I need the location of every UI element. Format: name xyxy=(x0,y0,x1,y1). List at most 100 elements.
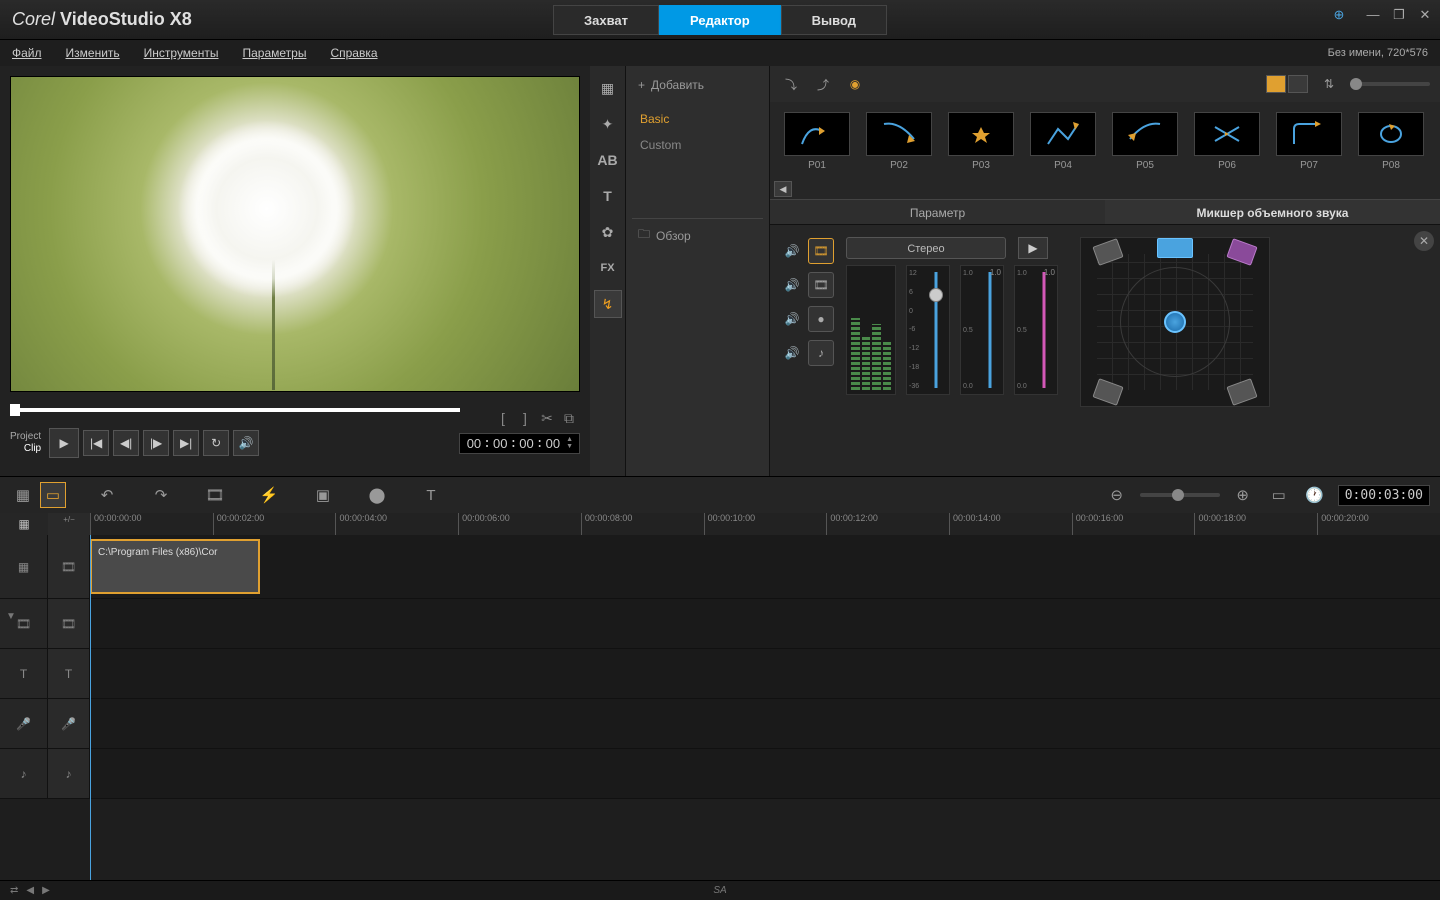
graphics-icon[interactable]: ✿ xyxy=(594,218,622,246)
preset-p08[interactable]: P08 xyxy=(1358,112,1424,171)
fx-icon[interactable]: FX xyxy=(594,254,622,282)
timeline-timecode[interactable]: 0:00:03:00 xyxy=(1338,485,1430,506)
list-view-button[interactable] xyxy=(1288,75,1308,93)
media-library-icon[interactable]: ▦ xyxy=(594,74,622,102)
close-mixer-button[interactable]: ✕ xyxy=(1414,231,1434,251)
menu-params[interactable]: Параметры xyxy=(242,46,306,60)
title-track-header-icon[interactable]: T xyxy=(0,649,48,698)
next-frame-button[interactable]: |▶ xyxy=(143,430,169,456)
record-button[interactable]: 🎞 xyxy=(202,482,228,508)
mute-voice-icon[interactable]: 🔊 xyxy=(782,309,802,329)
preset-p04[interactable]: P04 xyxy=(1030,112,1096,171)
music-track-icon[interactable]: ♪ xyxy=(808,340,834,366)
ruler-expand-icon[interactable]: +/− xyxy=(48,513,90,535)
menu-tools[interactable]: Инструменты xyxy=(144,46,219,60)
music-track-thumb-icon[interactable]: ♪ xyxy=(48,749,90,798)
voice-track-icon[interactable]: ● xyxy=(808,306,834,332)
mute-video-icon[interactable]: 🔊 xyxy=(782,241,802,261)
menu-file[interactable]: Файл xyxy=(12,46,42,60)
track-expand-icon[interactable]: ▼ xyxy=(6,611,16,622)
clock-icon[interactable]: 🕐 xyxy=(1302,482,1328,508)
preset-p03[interactable]: P03 xyxy=(948,112,1014,171)
overlay-track-thumb-icon[interactable]: 🎞 xyxy=(48,599,90,648)
title-track-thumb-icon[interactable]: T xyxy=(48,649,90,698)
export-icon[interactable]: ⤴ xyxy=(812,73,834,95)
zoom-in-button[interactable]: ⊕ xyxy=(1230,482,1256,508)
chapter-button[interactable]: ▣ xyxy=(310,482,336,508)
preset-p01[interactable]: P01 xyxy=(784,112,850,171)
text-icon[interactable]: T xyxy=(594,182,622,210)
goto-end-button[interactable]: ▶| xyxy=(173,430,199,456)
voice-track-body[interactable] xyxy=(90,699,1440,748)
volume-slider-right[interactable]: 1.00.50.0 1.0 xyxy=(1014,265,1058,395)
volume-button[interactable]: 🔊 xyxy=(233,430,259,456)
track-manager-button[interactable]: ⬤ xyxy=(364,482,390,508)
transitions-icon[interactable]: ✦ xyxy=(594,110,622,138)
audio-tool-button[interactable]: ⚡ xyxy=(256,482,282,508)
titles-icon[interactable]: AB xyxy=(594,146,622,174)
voice-track-thumb-icon[interactable]: 🎤 xyxy=(48,699,90,748)
tab-surround-mixer[interactable]: Микшер объемного звука xyxy=(1105,200,1440,224)
tab-parameter[interactable]: Параметр xyxy=(770,200,1105,224)
mark-in-icon[interactable]: [ xyxy=(494,410,512,428)
loop-button[interactable]: ↻ xyxy=(203,430,229,456)
zoom-slider[interactable] xyxy=(1140,493,1220,497)
overlay-track-icon[interactable]: 🎞 xyxy=(808,272,834,298)
lib-item-custom[interactable]: Custom xyxy=(632,132,763,158)
surround-panner[interactable] xyxy=(1080,237,1270,407)
music-track-body[interactable] xyxy=(90,749,1440,798)
playback-mode-labels[interactable]: Project Clip xyxy=(10,431,41,455)
preset-p02[interactable]: P02 xyxy=(866,112,932,171)
maximize-icon[interactable]: ❐ xyxy=(1392,8,1406,22)
thumbnail-size-slider[interactable] xyxy=(1350,82,1430,86)
playhead[interactable] xyxy=(90,535,91,880)
mute-overlay-icon[interactable]: 🔊 xyxy=(782,275,802,295)
redo-button[interactable]: ↷ xyxy=(148,482,174,508)
prev-frame-button[interactable]: ◀| xyxy=(113,430,139,456)
volume-slider-left[interactable]: 1.00.50.0 1.0 xyxy=(960,265,1004,395)
music-track-header-icon[interactable]: ♪ xyxy=(0,749,48,798)
video-track-thumb-icon[interactable]: 🎞 xyxy=(48,535,90,598)
globe-icon[interactable]: ⊕ xyxy=(1332,8,1346,22)
sort-order-icon[interactable]: ⇅ xyxy=(1318,73,1340,95)
add-folder-button[interactable]: + Добавить xyxy=(632,72,763,98)
thumb-view-button[interactable] xyxy=(1266,75,1286,93)
split-icon[interactable]: ⧉ xyxy=(560,410,578,428)
mode-capture[interactable]: Захват xyxy=(553,5,659,35)
timecode-display[interactable]: 00: 00: 00: 00 ▲▼ xyxy=(459,433,580,454)
undo-button[interactable]: ↶ xyxy=(94,482,120,508)
play-audio-button[interactable]: ▶ xyxy=(1018,237,1048,259)
title-track-body[interactable] xyxy=(90,649,1440,698)
scroll-left-button[interactable]: ◀ xyxy=(774,181,792,197)
preset-p07[interactable]: P07 xyxy=(1276,112,1342,171)
import-icon[interactable]: ⤵ xyxy=(780,73,802,95)
scroll-right-icon[interactable]: ▶ xyxy=(42,885,50,896)
mark-out-icon[interactable]: ] xyxy=(516,410,534,428)
scroll-mode-icon[interactable]: ⇄ xyxy=(10,885,18,896)
overlay-track-header-icon[interactable]: 🎞 xyxy=(0,599,48,648)
preset-p05[interactable]: P05 xyxy=(1112,112,1178,171)
mute-music-icon[interactable]: 🔊 xyxy=(782,343,802,363)
mode-output[interactable]: Вывод xyxy=(781,5,887,35)
close-icon[interactable]: ✕ xyxy=(1418,8,1432,22)
storyboard-view-button[interactable]: ▦ xyxy=(10,482,36,508)
scroll-left-icon[interactable]: ◀ xyxy=(26,885,34,896)
zoom-out-button[interactable]: ⊖ xyxy=(1104,482,1130,508)
menu-help[interactable]: Справка xyxy=(330,46,377,60)
video-track-header-icon[interactable]: ▦ xyxy=(0,535,48,598)
volume-slider-main[interactable]: 1260-6-12-18-36 xyxy=(906,265,950,395)
video-track-icon[interactable]: 🎞 xyxy=(808,238,834,264)
stereo-mode-button[interactable]: Стерео xyxy=(846,237,1006,259)
browse-button[interactable]: 🗀 Обзор xyxy=(632,218,763,252)
video-clip[interactable]: C:\Program Files (x86)\Cor xyxy=(90,539,260,594)
overlay-track-body[interactable] xyxy=(90,599,1440,648)
goto-start-button[interactable]: |◀ xyxy=(83,430,109,456)
play-button[interactable]: ▶ xyxy=(49,428,79,458)
subtitle-button[interactable]: T xyxy=(418,482,444,508)
fit-project-button[interactable]: ▭ xyxy=(1266,482,1292,508)
scrub-thumb[interactable] xyxy=(10,404,20,416)
surround-position-handle[interactable] xyxy=(1164,311,1186,333)
timecode-spinner[interactable]: ▲▼ xyxy=(566,436,573,450)
timeline-ruler[interactable]: ▦ +/− 00:00:00:0000:00:02:0000:00:04:000… xyxy=(0,513,1440,535)
menu-edit[interactable]: Изменить xyxy=(66,46,120,60)
